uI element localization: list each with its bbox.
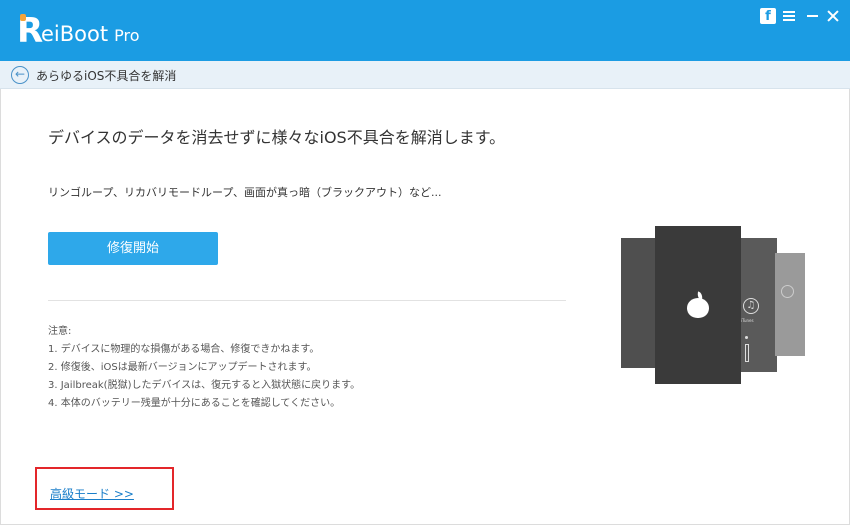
advanced-mode-highlight: 高級モード >> [35,467,174,510]
logo-accent [20,14,26,21]
loading-circle-icon [781,285,794,298]
symptom-description: リンゴループ、リカバリモードループ、画面が真っ暗（ブラックアウト）など... [48,186,442,199]
page-title: あらゆるiOS不具合を解消 [36,69,177,83]
back-arrow-icon[interactable]: ← [11,66,29,84]
apple-logo-icon [686,291,710,318]
notes-section: 注意: 1. デバイスに物理的な損傷がある場合、修復できかねます。 2. 修復後… [48,323,360,413]
divider [48,300,566,301]
itunes-icon: ♫ [743,298,759,314]
main-panel: デバイスのデータを消去せずに様々なiOS不具合を解消します。 リンゴループ、リカ… [0,89,850,525]
app-edition: Pro [114,26,140,45]
notes-title: 注意: [48,326,72,337]
close-icon[interactable] [826,8,842,24]
note-item: 2. 修復後、iOSは最新バージョンにアップデートされます。 [48,362,317,373]
breadcrumb-bar: ← あらゆるiOS不具合を解消 [0,61,850,89]
note-item: 1. デバイスに物理的な損傷がある場合、修復できかねます。 [48,344,320,355]
itunes-caption: iTunes [741,318,754,323]
minimize-icon[interactable] [805,8,821,24]
device-illustration: ♫ iTunes [621,226,805,384]
device-screen-itunes: ♫ iTunes [739,238,777,372]
device-screen-apple [655,226,741,384]
indicator-dot [745,336,748,339]
app-name-text: eiBoot [41,22,109,46]
main-heading: デバイスのデータを消去せずに様々なiOS不具合を解消します。 [48,128,506,147]
advanced-mode-link[interactable]: 高級モード >> [50,485,134,502]
app-logo: R eiBoot Pro [17,11,147,51]
title-bar: R eiBoot Pro f [0,0,850,61]
device-screen-gray [775,253,805,356]
facebook-icon[interactable]: f [760,8,776,24]
app-name: eiBoot Pro [41,22,139,48]
start-repair-button[interactable]: 修復開始 [48,232,218,265]
note-item: 3. Jailbreak(脱獄)したデバイスは、復元すると入獄状態に戻ります。 [48,380,361,391]
device-screen-black [621,238,659,368]
note-item: 4. 本体のバッテリー残量が十分にあることを確認してください。 [48,398,341,409]
cable-icon [745,344,749,362]
menu-icon[interactable] [782,8,798,24]
